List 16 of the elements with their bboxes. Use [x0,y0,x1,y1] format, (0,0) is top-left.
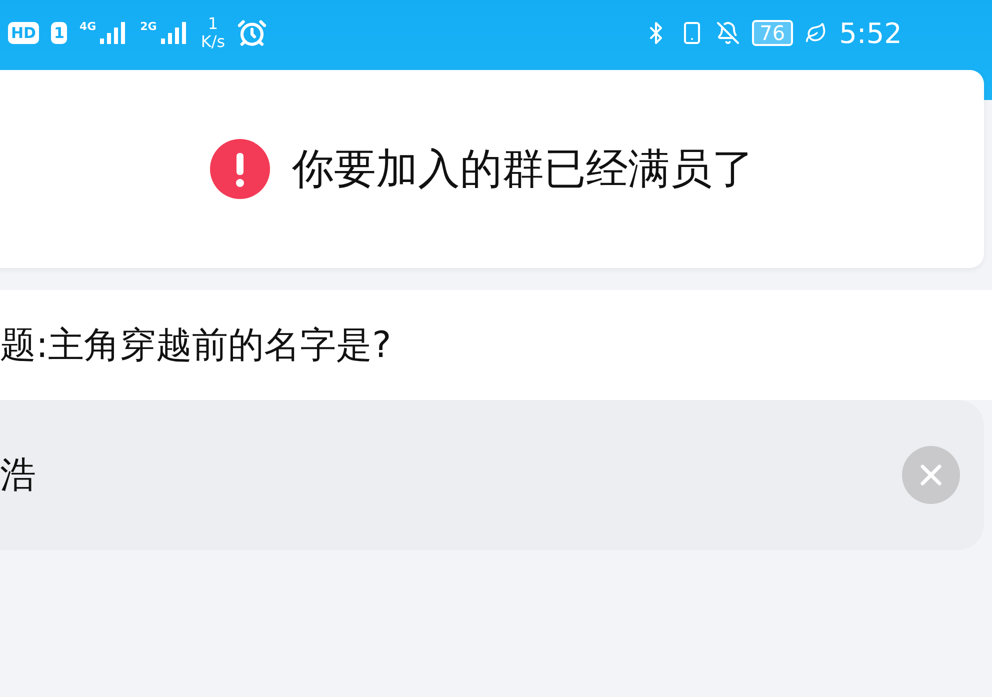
warning-icon [210,139,270,199]
alert-message: 你要加入的群已经满员了 [292,143,754,195]
battery-level: 76 [752,20,794,46]
speed-value: 1 [208,15,218,33]
leaf-icon [805,22,828,44]
speed-unit: K/s [200,33,226,51]
clock-time: 5:52 [839,16,902,50]
network-label: 2G [140,20,157,33]
answer-field[interactable]: 浩 [0,400,984,550]
question-text: 题:主角穿越前的名字是? [0,324,392,368]
bell-off-icon [716,21,740,45]
sim-badge: 1 [51,22,68,44]
signal-icon [158,20,189,46]
network-label: 4G [79,20,96,33]
sim-badge: HD [8,22,40,44]
alarm-icon [237,18,268,48]
